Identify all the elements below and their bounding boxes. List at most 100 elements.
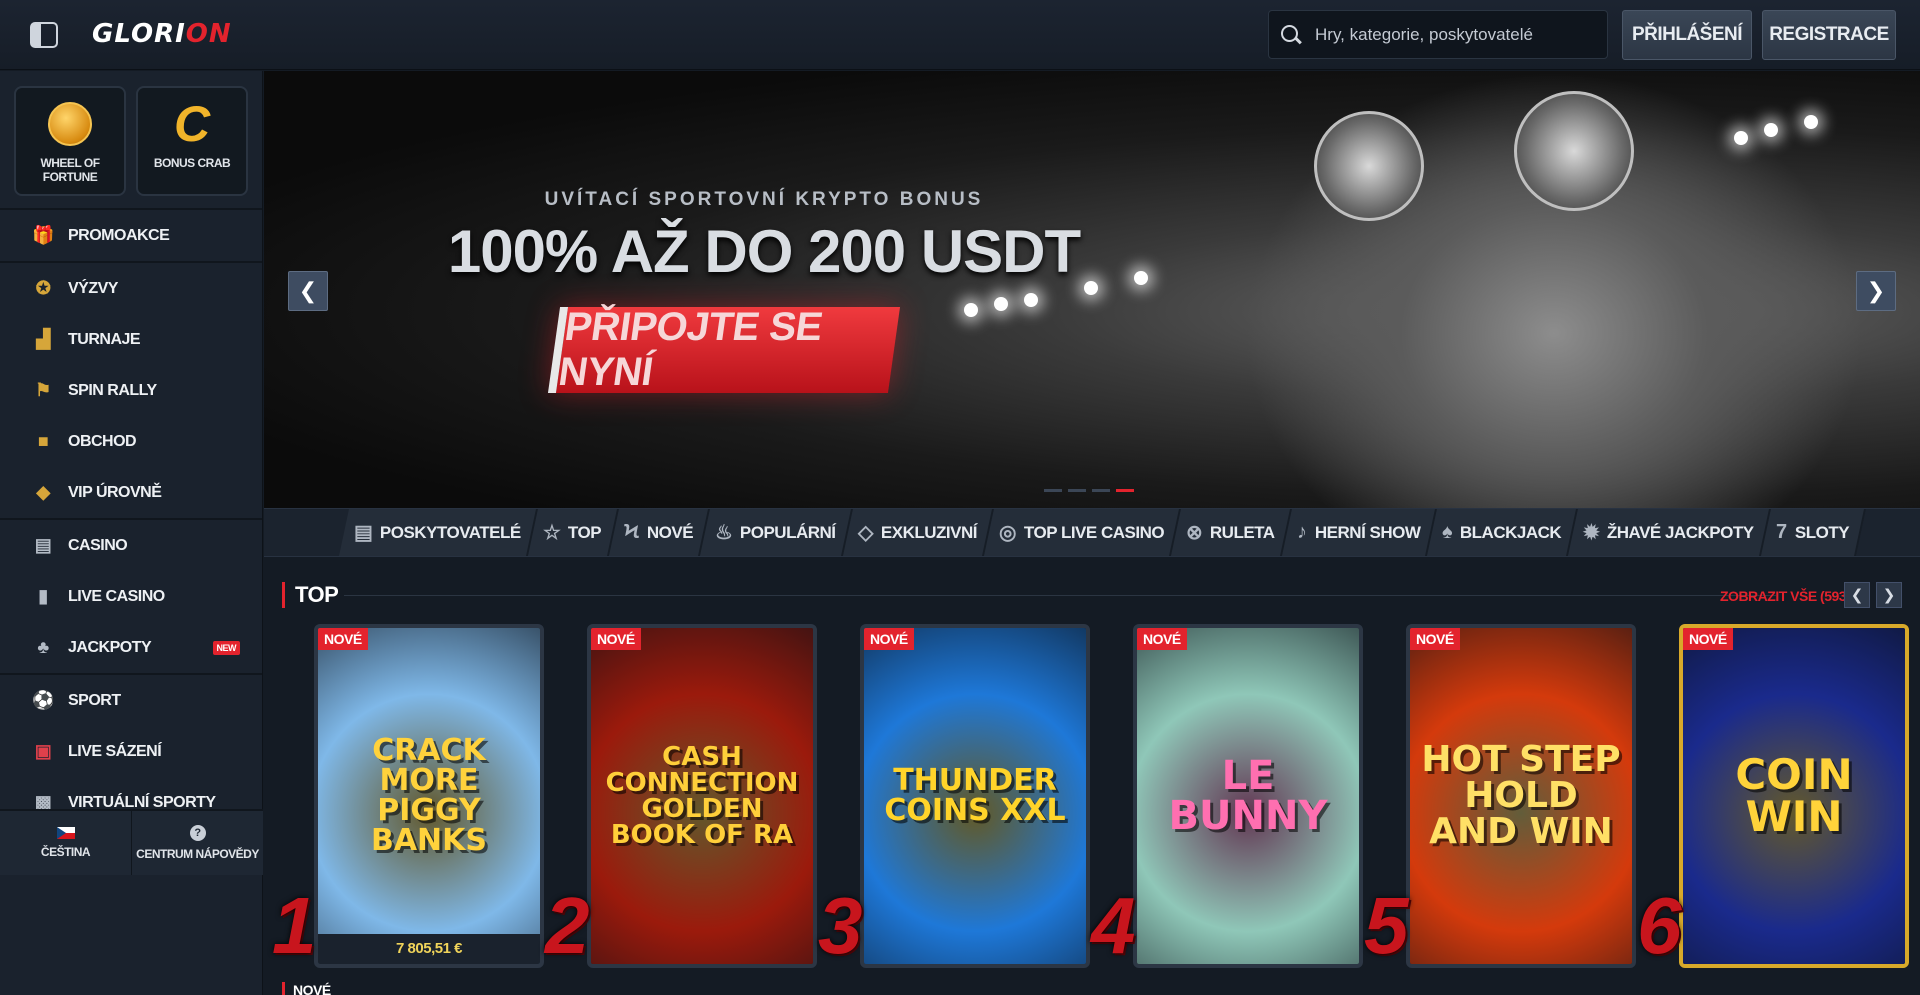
section-title: TOP (282, 582, 339, 608)
top-section-header: TOP ZOBRAZIT VŠE (593) ❮ ❯ (282, 580, 1902, 610)
banner-dot[interactable] (1092, 489, 1110, 492)
championship-belt-image (1314, 111, 1424, 221)
game-title: HOT STEP HOLD AND WIN (1421, 739, 1621, 852)
language-label: ČEŠTINA (40, 845, 91, 859)
rank-number: 1 (272, 881, 317, 970)
tab-label: EXKLUZIVNÍ (880, 522, 977, 542)
top-games-row: 1 CRACK MORE PIGGY BANKS NOVÉ 7 805,51 €… (272, 624, 1920, 974)
banner-dot-active[interactable] (1116, 489, 1134, 492)
help-center-button[interactable]: ? CENTRUM NÁPOVĚDY (131, 811, 263, 875)
search-box[interactable] (1268, 10, 1608, 59)
bonus-crab-tile[interactable]: C BONUS CRAB (136, 86, 248, 196)
chevron-right-icon: ❯ (1882, 587, 1896, 604)
tab-poskytovatele[interactable]: ▤ POSKYTOVATELÉ (339, 509, 539, 556)
sidebar-item-label: OBCHOD (68, 432, 137, 450)
tab-zhave-jackpoty[interactable]: ✹ ŽHAVÉ JACKPOTY (1568, 509, 1771, 556)
tile-label: BONUS CRAB (153, 156, 231, 170)
banner-dot[interactable] (1068, 489, 1086, 492)
next-section-title: NOVÉ (282, 982, 331, 995)
sidebar-item-live-casino[interactable]: ▮ LIVE CASINO (0, 571, 262, 622)
sidebar-item-label: TURNAJE (68, 330, 141, 348)
nav-group-rewards: ✪ VÝZVY ▟ TURNAJE ⚑ SPIN RALLY ■ OBCHOD ◆ VIP… (0, 261, 262, 518)
tab-label: POSKYTOVATELÉ (380, 522, 522, 542)
sidebar-footer: ČEŠTINA ? CENTRUM NÁPOVĚDY (0, 809, 263, 875)
sidebar-item-live-sazeni[interactable]: ▣ LIVE SÁZENÍ (0, 726, 262, 777)
gift-icon: 🎁 (32, 225, 54, 245)
sidebar-item-label: LIVE CASINO (68, 587, 165, 605)
tab-herni-show[interactable]: ♪ HERNÍ SHOW (1281, 509, 1437, 556)
tab-label: POPULÁRNÍ (740, 522, 836, 542)
section-next-button[interactable]: ❯ (1876, 582, 1902, 608)
game-card[interactable]: THUNDER COINS XXL NOVÉ (860, 624, 1090, 968)
game-card[interactable]: CRACK MORE PIGGY BANKS NOVÉ 7 805,51 € (314, 624, 544, 968)
lightning-icon: ϟ (623, 521, 639, 543)
slot-icon: 7 (1776, 521, 1787, 543)
game-title: CASH CONNECTION GOLDEN BOOK OF RA (605, 742, 799, 850)
chevron-left-icon: ❮ (298, 278, 318, 303)
game-item: 6 COIN WIN NOVÉ (1637, 624, 1909, 970)
tab-top[interactable]: ☆ TOP (528, 509, 619, 556)
search-input[interactable] (1315, 24, 1595, 45)
sidebar-item-label: SPORT (68, 691, 121, 709)
hero-banner[interactable]: UVÍTACÍ SPORTOVNÍ KRYPTO BONUS 100% AŽ D… (264, 71, 1920, 508)
flag-checkered-icon: ⚑ (35, 380, 51, 400)
login-button[interactable]: PŘIHLÁŠENÍ (1622, 10, 1752, 60)
tab-nove[interactable]: ϟ NOVÉ (608, 509, 710, 556)
rank-number: 3 (818, 881, 863, 970)
sidebar-item-vip[interactable]: ◆ VIP ÚROVNĚ (0, 467, 262, 518)
tab-exkluzivni[interactable]: ◇ EXKLUZIVNÍ (842, 509, 994, 556)
diamond-icon: ◇ (857, 522, 873, 544)
game-art: LE BUNNY (1137, 628, 1359, 964)
wheel-of-fortune-tile[interactable]: WHEEL OF FORTUNE (14, 86, 126, 196)
language-button[interactable]: ČEŠTINA (0, 811, 131, 875)
banner-dot[interactable] (1044, 489, 1062, 492)
sidebar-item-jackpoty[interactable]: ♣ JACKPOTY NEW (0, 622, 262, 673)
sidebar-item-label: PROMOAKCE (68, 226, 170, 244)
sidebar-item-turnaje[interactable]: ▟ TURNAJE (0, 314, 262, 365)
sidebar-item-spin-rally[interactable]: ⚑ SPIN RALLY (0, 365, 262, 416)
tab-popularni[interactable]: ♨ POPULÁRNÍ (699, 509, 853, 556)
banner-next-button[interactable]: ❯ (1856, 271, 1896, 311)
sidebar-item-casino[interactable]: ▤ CASINO (0, 520, 262, 571)
sidebar-item-label: CASINO (68, 536, 128, 554)
section-divider (344, 595, 1776, 596)
logo[interactable]: GLORION (92, 16, 232, 52)
tab-blackjack[interactable]: ♠ BLACKJACK (1426, 509, 1579, 556)
czech-flag-icon (56, 827, 75, 839)
hero-title: 100% AŽ DO 200 USDT (447, 218, 1081, 285)
section-prev-button[interactable]: ❮ (1844, 582, 1870, 608)
game-card[interactable]: COIN WIN NOVÉ (1679, 624, 1909, 968)
sidebar-item-sport[interactable]: ⚽ SPORT (0, 675, 262, 726)
banner-prev-button[interactable]: ❮ (288, 271, 328, 311)
game-card[interactable]: CASH CONNECTION GOLDEN BOOK OF RA NOVÉ (587, 624, 817, 968)
game-art: CRACK MORE PIGGY BANKS (318, 628, 540, 964)
tab-top-live-casino[interactable]: ◎ TOP LIVE CASINO (983, 509, 1181, 556)
sidebar-item-vyzvy[interactable]: ✪ VÝZVY (0, 263, 262, 314)
tab-ruleta[interactable]: ⊗ RULETA (1170, 509, 1292, 556)
new-badge: NOVÉ (318, 628, 368, 650)
card-icon: ▮ (38, 586, 48, 606)
game-card[interactable]: LE BUNNY NOVÉ (1133, 624, 1363, 968)
rank-number: 6 (1637, 881, 1682, 970)
join-now-button[interactable]: PŘIPOJTE SE NYNÍ (547, 305, 901, 394)
sidebar-toggle-icon[interactable] (30, 22, 58, 48)
new-badge: NOVÉ (1410, 628, 1460, 650)
rank-number: 4 (1091, 881, 1136, 970)
game-item: 4 LE BUNNY NOVÉ (1091, 624, 1363, 970)
chevron-right-icon: ❯ (1866, 278, 1886, 303)
game-title: LE BUNNY (1168, 753, 1328, 839)
game-art: COIN WIN (1683, 628, 1905, 964)
cards-icon: ♠ (1441, 521, 1452, 543)
new-badge: NOVÉ (864, 628, 914, 650)
game-item: 2 CASH CONNECTION GOLDEN BOOK OF RA NOVÉ (545, 624, 817, 970)
sidebar-item-promoakce[interactable]: 🎁 PROMOAKCE (0, 210, 262, 261)
game-item: 3 THUNDER COINS XXL NOVÉ (818, 624, 1090, 970)
sidebar-item-obchod[interactable]: ■ OBCHOD (0, 416, 262, 467)
view-all-link[interactable]: ZOBRAZIT VŠE (593) (1720, 588, 1851, 604)
tab-sloty[interactable]: 7 SLOTY (1761, 509, 1866, 556)
game-card[interactable]: HOT STEP HOLD AND WIN NOVÉ (1406, 624, 1636, 968)
sidebar-item-label: VÝZVY (68, 279, 118, 297)
nav-group-sport: ⚽ SPORT ▣ LIVE SÁZENÍ ▩ VIRTUÁLNÍ SPORTY (0, 673, 262, 828)
register-button[interactable]: REGISTRACE (1762, 10, 1896, 60)
microphone-icon: ♪ (1296, 521, 1307, 543)
